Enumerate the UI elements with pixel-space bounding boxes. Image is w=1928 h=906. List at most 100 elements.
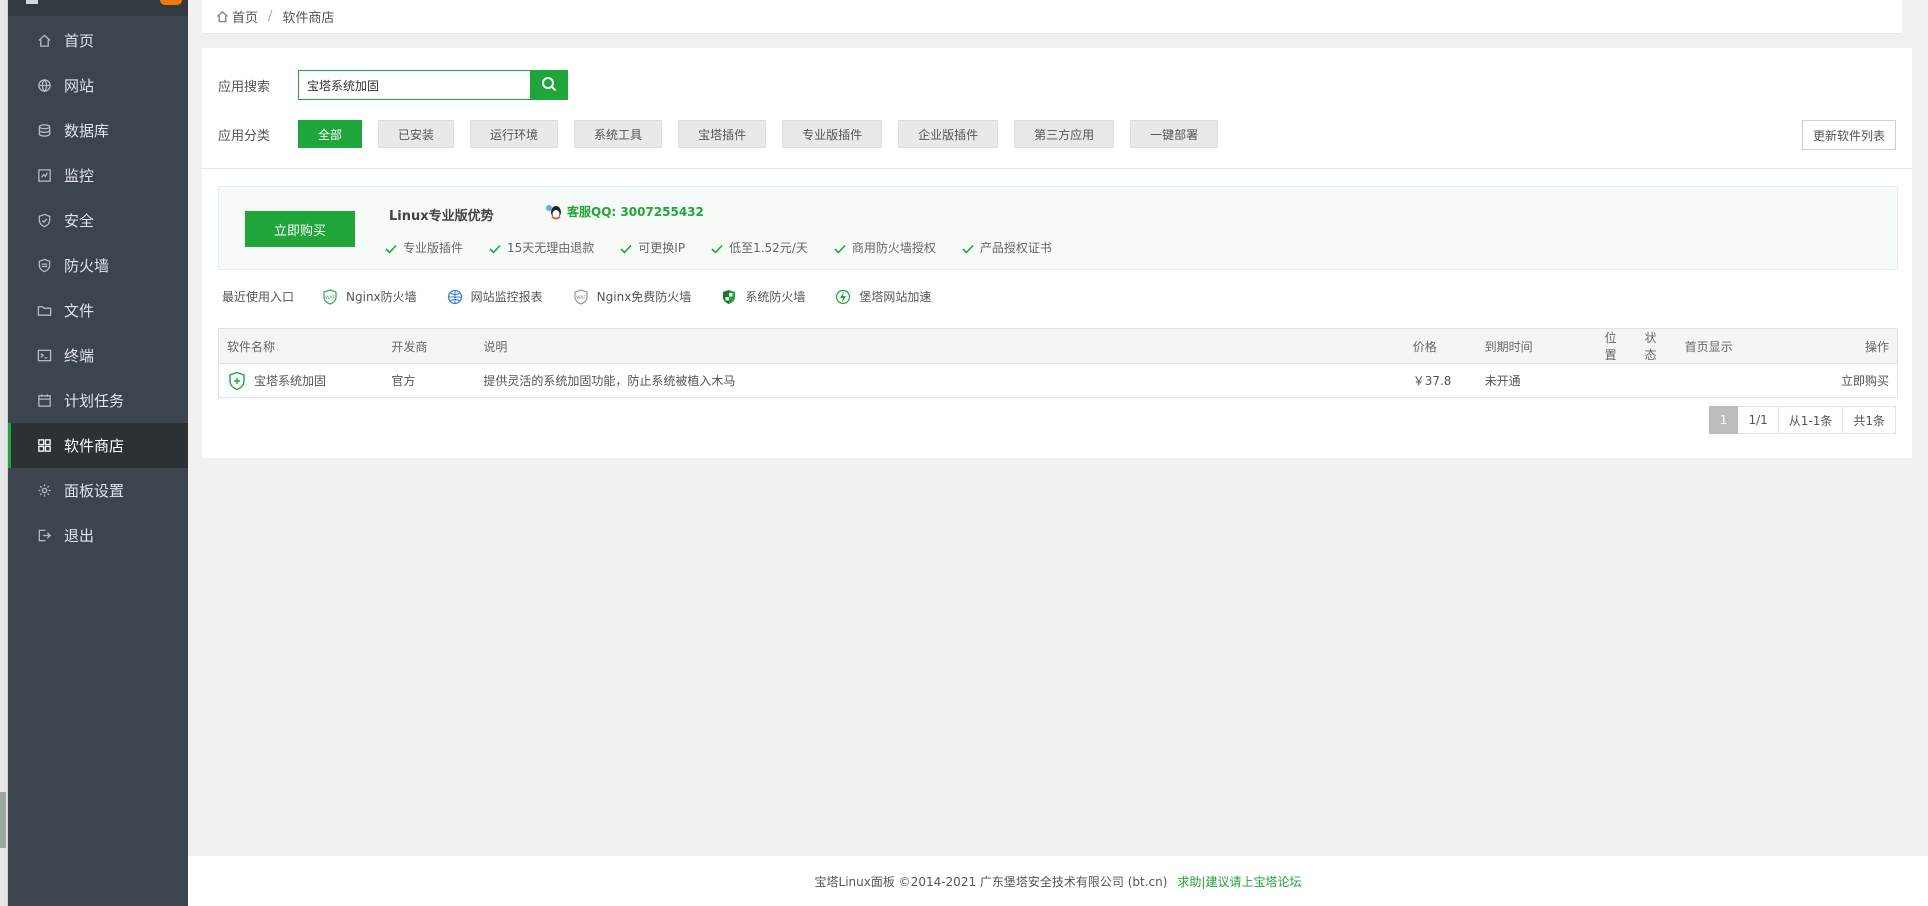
advantage-label: 专业版插件 xyxy=(403,241,464,255)
category-row: 应用分类 全部 已安装 运行环境 系统工具 宝塔插件 专业版插件 企业版插件 第… xyxy=(218,120,1234,148)
software-name[interactable]: 宝塔系统加固 xyxy=(227,371,375,391)
tab-pro-plugins[interactable]: 专业版插件 xyxy=(782,120,883,148)
sidebar-item-website[interactable]: 网站 xyxy=(8,63,188,108)
sidebar-item-label: 退出 xyxy=(64,527,95,545)
tab-system-tools[interactable]: 系统工具 xyxy=(574,120,663,148)
check-icon xyxy=(620,243,632,254)
folder-icon xyxy=(36,303,52,319)
breadcrumb: 首页 / 软件商店 xyxy=(202,0,1902,34)
tab-installed[interactable]: 已安装 xyxy=(378,120,455,148)
main-content: 首页 / 软件商店 应用搜索 应用分类 全部 已安装 运行环境 系统工具 宝塔插… xyxy=(188,0,1928,906)
recent-item-label: 堡塔网站加速 xyxy=(859,290,932,304)
page-range: 从1-1条 xyxy=(1778,406,1844,434)
sidebar-item-label: 面板设置 xyxy=(64,482,125,500)
customer-service-qq[interactable]: 客服QQ: 3007255432 xyxy=(545,203,704,220)
tab-all[interactable]: 全部 xyxy=(298,120,363,148)
tab-third-party[interactable]: 第三方应用 xyxy=(1014,120,1115,148)
cell-status xyxy=(1637,364,1677,398)
globe-icon xyxy=(36,78,52,94)
sidebar-item-panel-settings[interactable]: 面板设置 xyxy=(8,468,188,513)
buy-now-link[interactable]: 立即购买 xyxy=(1767,364,1898,398)
sidebar-logo-area xyxy=(8,0,188,16)
sidebar-item-terminal[interactable]: 终端 xyxy=(8,333,188,378)
cell-expire: 未开通 xyxy=(1484,374,1521,388)
advantage-label: 产品授权证书 xyxy=(979,241,1052,255)
breadcrumb-separator: / xyxy=(268,9,273,24)
refresh-software-list-button[interactable]: 更新软件列表 xyxy=(1801,120,1896,150)
sidebar-item-files[interactable]: 文件 xyxy=(8,288,188,333)
recent-item-label: 系统防火墙 xyxy=(745,290,806,304)
buy-now-button[interactable]: 立即购买 xyxy=(245,211,355,247)
sidebar-item-logout[interactable]: 退出 xyxy=(8,513,188,558)
recent-item-label: Nginx防火墙 xyxy=(346,290,417,304)
breadcrumb-current: 软件商店 xyxy=(282,11,335,26)
qq-icon xyxy=(545,204,563,220)
search-icon xyxy=(541,76,557,95)
recent-item-site-monitor-report[interactable]: 网站监控报表 xyxy=(447,288,543,305)
gear-icon xyxy=(36,483,52,499)
search-button[interactable] xyxy=(530,70,568,100)
recent-item-system-firewall[interactable]: 系统防火墙 xyxy=(721,288,805,305)
col-header-developer: 开发商 xyxy=(383,328,476,364)
search-input[interactable] xyxy=(298,70,530,100)
sidebar-item-home[interactable]: 首页 xyxy=(8,18,188,63)
recent-item-label: Nginx免费防火墙 xyxy=(596,290,692,304)
recent-item-site-accelerate[interactable]: 堡塔网站加速 xyxy=(835,288,931,305)
recent-entries: 最近使用入口 WAF Nginx防火墙 网站监控报表 WAF Nginx免费防火… xyxy=(222,288,961,305)
tab-bt-plugins[interactable]: 宝塔插件 xyxy=(678,120,767,148)
page-current[interactable]: 1 xyxy=(1708,406,1739,434)
waf-free-icon: WAF xyxy=(573,288,589,305)
tab-runtime[interactable]: 运行环境 xyxy=(470,120,559,148)
database-icon xyxy=(36,123,52,139)
col-header-operation: 操作 xyxy=(1766,328,1898,364)
breadcrumb-home-link[interactable]: 首页 xyxy=(232,7,258,26)
page-count: 1/1 xyxy=(1738,406,1779,434)
advantage-item: 产品授权证书 xyxy=(962,239,1052,256)
sidebar-item-cron[interactable]: 计划任务 xyxy=(8,378,188,423)
sidebar-item-label: 安全 xyxy=(64,212,95,230)
pagination: 1 1/1 从1-1条 共1条 xyxy=(1708,406,1896,434)
shield-green-icon xyxy=(721,289,737,305)
monitor-icon xyxy=(36,168,52,184)
advantage-label: 15天无理由退款 xyxy=(507,241,595,255)
col-header-home-display: 首页显示 xyxy=(1676,328,1767,364)
sidebar-item-label: 计划任务 xyxy=(64,392,125,410)
firewall-icon xyxy=(36,258,52,274)
sidebar-item-label: 网站 xyxy=(64,77,95,95)
recent-item-nginx-free-firewall[interactable]: WAF Nginx免费防火墙 xyxy=(573,288,692,305)
promo-title: Linux专业版优势 xyxy=(389,209,494,224)
cell-home-display xyxy=(1677,364,1767,398)
waf-icon: WAF xyxy=(322,288,338,305)
advantage-label: 商用防火墙授权 xyxy=(851,241,936,255)
sidebar-item-monitor[interactable]: 监控 xyxy=(8,153,188,198)
globe-report-icon xyxy=(447,289,463,305)
col-header-expire: 到期时间 xyxy=(1476,328,1597,364)
sidebar-item-label: 终端 xyxy=(64,347,95,365)
notification-badge[interactable] xyxy=(160,0,182,5)
sidebar-item-label: 防火墙 xyxy=(64,257,110,275)
shield-plus-icon xyxy=(227,371,247,391)
sidebar-item-firewall[interactable]: 防火墙 xyxy=(8,243,188,288)
cell-name: 宝塔系统加固 xyxy=(219,364,384,398)
sidebar-item-label: 数据库 xyxy=(64,122,110,140)
tab-enterprise-plugins[interactable]: 企业版插件 xyxy=(898,120,999,148)
software-store-panel: 应用搜索 应用分类 全部 已安装 运行环境 系统工具 宝塔插件 专业版插件 企业… xyxy=(202,48,1912,458)
sidebar-item-security[interactable]: 安全 xyxy=(8,198,188,243)
col-header-description: 说明 xyxy=(475,328,1405,364)
col-header-position: 位置 xyxy=(1596,328,1637,364)
sidebar-item-label: 软件商店 xyxy=(64,437,125,455)
advantage-item: 商用防火墙授权 xyxy=(834,239,936,256)
cell-price: ￥37.8 xyxy=(1412,374,1452,388)
qq-text: 客服QQ: 3007255432 xyxy=(567,205,704,219)
sidebar-item-label: 文件 xyxy=(64,302,95,320)
advantage-item: 15天无理由退款 xyxy=(489,239,594,256)
tab-one-click-deploy[interactable]: 一键部署 xyxy=(1130,120,1219,148)
shield-icon xyxy=(36,213,52,229)
footer-forum-link[interactable]: 求助|建议请上宝塔论坛 xyxy=(1177,873,1301,890)
recent-item-nginx-firewall[interactable]: WAF Nginx防火墙 xyxy=(322,288,417,305)
software-name-label: 宝塔系统加固 xyxy=(254,374,327,388)
check-icon xyxy=(962,243,974,254)
sidebar-item-software-store[interactable]: 软件商店 xyxy=(8,423,188,468)
recent-label: 最近使用入口 xyxy=(222,290,295,304)
sidebar-item-database[interactable]: 数据库 xyxy=(8,108,188,153)
